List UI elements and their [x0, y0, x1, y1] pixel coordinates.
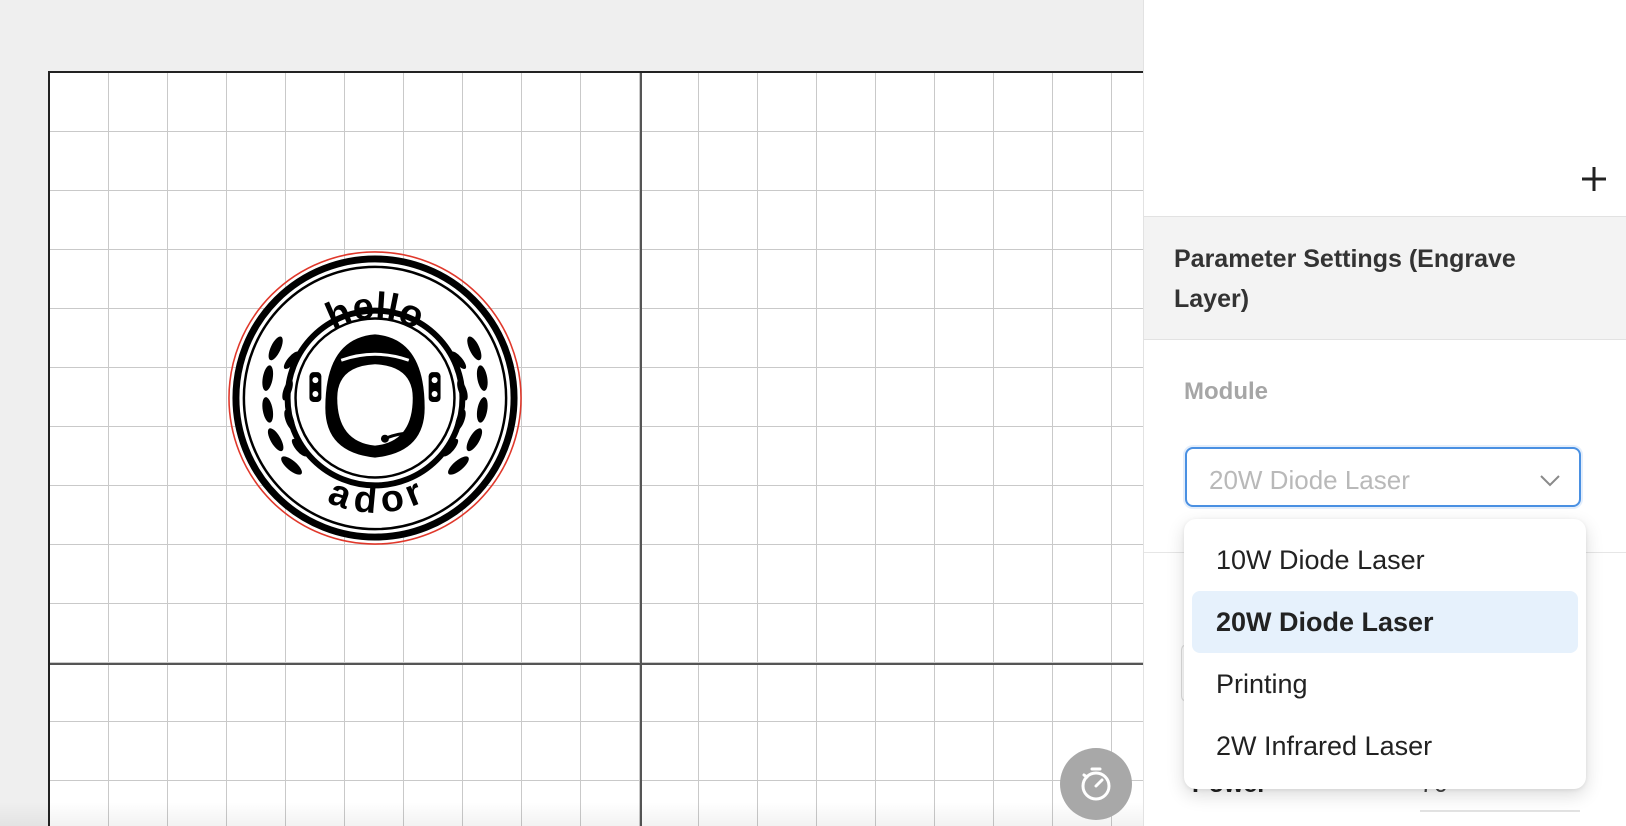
module-select-value: 20W Diode Laser: [1209, 465, 1410, 495]
stopwatch-icon: [1081, 767, 1111, 801]
grid-major-line: [50, 663, 1143, 665]
canvas-workarea[interactable]: hello ador: [0, 0, 1143, 826]
grid-canvas[interactable]: hello ador: [48, 71, 1143, 826]
module-option-10w-diode[interactable]: 10W Diode Laser: [1192, 529, 1578, 591]
chevron-down-icon: [1540, 475, 1560, 487]
parameter-settings-header: Parameter Settings (Engrave Layer): [1144, 216, 1626, 340]
module-dropdown-menu: 10W Diode Laser 20W Diode Laser Printing…: [1184, 519, 1586, 789]
module-option-printing[interactable]: Printing: [1192, 653, 1578, 715]
estimate-time-button[interactable]: [1060, 748, 1132, 820]
canvas-bottom-shade: [0, 802, 1143, 826]
module-select[interactable]: 20W Diode Laser: [1185, 447, 1581, 507]
power-slider-track: [1420, 810, 1580, 812]
module-option-20w-diode[interactable]: 20W Diode Laser: [1192, 591, 1578, 653]
module-option-2w-infrared[interactable]: 2W Infrared Laser: [1192, 715, 1578, 777]
add-layer-button[interactable]: [1575, 160, 1613, 198]
hello-ador-logo[interactable]: hello ador: [226, 249, 524, 547]
panel-title: Parameter Settings (Engrave Layer): [1174, 245, 1516, 313]
plus-icon: [1582, 167, 1606, 191]
grid-major-line: [640, 73, 642, 826]
module-label: Module: [1184, 378, 1268, 405]
